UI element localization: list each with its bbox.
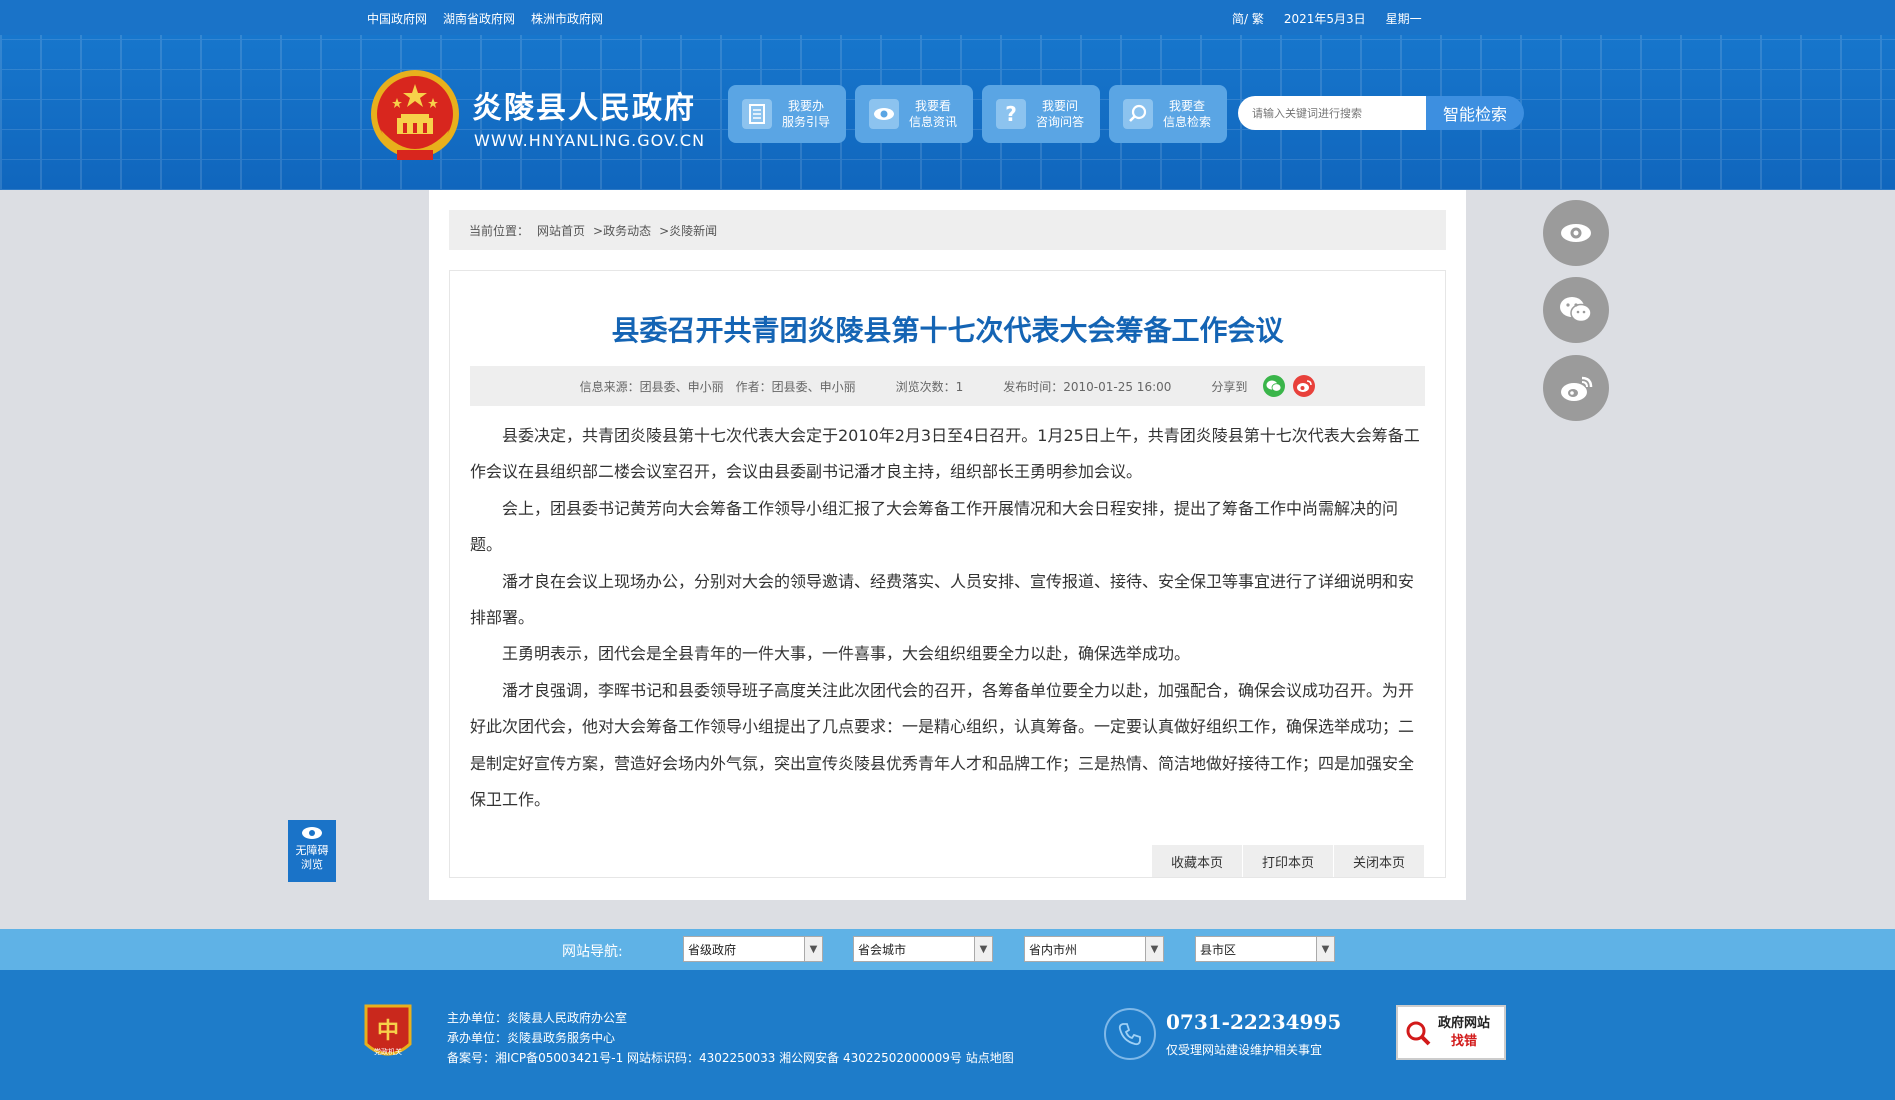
article-title: 县委召开共青团炎陵县第十七次代表大会筹备工作会议 (611, 314, 1284, 347)
print-page-button[interactable]: 打印本页 (1243, 845, 1333, 877)
article-paragraph: 县委决定，共青团炎陵县第十七次代表大会定于2010年2月3日至4日召开。1月25… (470, 426, 1420, 482)
chevron-down-icon: ▼ (804, 937, 822, 961)
top-links: 中国政府网 湖南省政府网 株洲市政府网 (367, 10, 603, 27)
weibo-icon (1561, 376, 1593, 401)
party-gov-badge-icon[interactable]: 中 党政机关 (362, 1002, 414, 1064)
select-value: 省内市州 (1029, 942, 1078, 957)
article: 县委召开共青团炎陵县第十七次代表大会筹备工作会议 信息来源：团县委、申小丽 作者… (449, 270, 1446, 878)
article-body: 县委决定，共青团炎陵县第十七次代表大会定于2010年2月3日至4日召开。1月25… (470, 418, 1425, 818)
nav-button-line1: 我要看 (915, 99, 952, 113)
share-group: 分享到 (1211, 375, 1316, 397)
language-toggle[interactable]: 简/ 繁 (1232, 10, 1264, 27)
article-author: 作者：团县委、申小丽 (735, 379, 856, 394)
chevron-down-icon: ▼ (1316, 937, 1334, 961)
bookmark-page-button[interactable]: 收藏本页 (1152, 845, 1242, 877)
nav-button-line1: 我要问 (1042, 99, 1079, 113)
breadcrumb-gov-news[interactable]: >政务动态 (593, 222, 651, 239)
report-line2: 找错 (1451, 1033, 1478, 1049)
svg-text:中: 中 (377, 1018, 399, 1044)
article-source: 信息来源：团县委、申小丽 (579, 379, 724, 394)
top-right-info: 简/ 繁 2021年5月3日 星期一 (1232, 10, 1422, 27)
question-icon: ? (996, 99, 1026, 129)
nav-button-line2: 信息资讯 (909, 115, 958, 129)
site-domain: WWW.HNYANLING.GOV.CN (474, 131, 706, 150)
footer-host: 主办单位：炎陵县人民政府办公室 (447, 1011, 628, 1025)
select-value: 县市区 (1200, 942, 1237, 957)
share-label: 分享到 (1211, 379, 1248, 394)
link-china-gov[interactable]: 中国政府网 (367, 10, 427, 27)
site-header: 炎陵县人民政府 WWW.HNYANLING.GOV.CN 我要办服务引导 我要看… (0, 35, 1895, 190)
phone-icon (1104, 1008, 1156, 1060)
accessibility-label-line2: 浏览 (301, 858, 323, 871)
breadcrumb-home[interactable]: 网站首页 (537, 222, 585, 239)
nav-button-info[interactable]: 我要看 信息资讯 (855, 85, 973, 143)
select-provincial-gov[interactable]: 省级政府 ▼ (683, 936, 823, 962)
breadcrumb: 当前位置： 网站首页 >政务动态 >炎陵新闻 (449, 210, 1446, 250)
select-value: 省会城市 (858, 942, 907, 957)
select-province-cities[interactable]: 省内市州 ▼ (1024, 936, 1164, 962)
float-view-button[interactable] (1543, 200, 1609, 266)
accessibility-button[interactable]: 无障碍 浏览 (288, 820, 336, 882)
article-paragraph: 潘才良在会议上现场办公，分别对大会的领导邀请、经费落实、人员安排、宣传报道、接待… (470, 571, 1415, 628)
main-content: 当前位置： 网站首页 >政务动态 >炎陵新闻 县委召开共青团炎陵县第十七次代表大… (429, 190, 1466, 900)
eye-icon (1561, 224, 1591, 242)
accessibility-label-line1: 无障碍 (295, 844, 329, 857)
breadcrumb-yanling-news[interactable]: >炎陵新闻 (659, 222, 717, 239)
nav-button-service[interactable]: 我要办 服务引导 (728, 85, 846, 143)
article-views: 浏览次数：1 (895, 379, 964, 394)
nav-button-line2: 咨询问答 (1036, 115, 1085, 129)
top-bar: 中国政府网 湖南省政府网 株洲市政府网 简/ 繁 2021年5月3日 星期一 (0, 0, 1895, 35)
select-counties[interactable]: 县市区 ▼ (1195, 936, 1335, 962)
document-icon (742, 99, 772, 129)
nav-button-line1: 我要办 (788, 99, 825, 113)
badge-text: 党政机关 (374, 1047, 402, 1056)
eye-icon (302, 827, 322, 839)
article-paragraph: 潘才良强调，李晖书记和县委领导班子高度关注此次团代会的召开，各筹备单位要全力以赴… (470, 680, 1415, 810)
search-input[interactable] (1238, 96, 1426, 130)
wechat-icon (1560, 297, 1592, 323)
national-emblem-icon[interactable] (367, 68, 463, 168)
float-weibo-button[interactable] (1543, 355, 1609, 421)
close-page-button[interactable]: 关闭本页 (1334, 845, 1424, 877)
footer-undertaker: 承办单位：炎陵县政务服务中心 (447, 1031, 616, 1045)
current-weekday: 星期一 (1385, 12, 1422, 26)
current-date: 2021年5月3日 (1283, 12, 1366, 26)
nav-button-line2: 服务引导 (782, 115, 831, 129)
article-paragraph: 王勇明表示，团代会是全县青年的一件大事，一件喜事，大会组织组要全力以赴，确保选举… (502, 644, 1191, 664)
site-name[interactable]: 炎陵县人民政府 (472, 83, 696, 127)
article-published: 发布时间：2010-01-25 16:00 (1003, 379, 1172, 394)
float-wechat-button[interactable] (1543, 277, 1609, 343)
nav-button-search[interactable]: 我要查 信息检索 (1109, 85, 1227, 143)
select-capital-cities[interactable]: 省会城市 ▼ (853, 936, 993, 962)
footer-info: 主办单位：炎陵县人民政府办公室 承办单位：炎陵县政务服务中心 备案号：湘ICP备… (447, 1008, 1014, 1068)
contact-phone: 0731-22234995 (1166, 1010, 1342, 1034)
report-line1: 政府网站 (1438, 1015, 1491, 1031)
nav-button-line2: 信息检索 (1163, 115, 1212, 129)
nav-button-line1: 我要查 (1169, 99, 1206, 113)
smart-search-button[interactable]: 智能检索 (1426, 96, 1524, 130)
select-value: 省级政府 (688, 942, 737, 957)
gov-site-error-report-button[interactable]: 政府网站 找错 (1396, 1005, 1506, 1060)
link-hunan-gov[interactable]: 湖南省政府网 (443, 10, 515, 27)
article-paragraph: 会上，团县委书记黄芳向大会筹备工作领导小组汇报了大会筹备工作开展情况和大会日程安… (470, 498, 1399, 555)
nav-button-ask[interactable]: ? 我要问咨询问答 (982, 85, 1100, 143)
article-actions: 收藏本页 打印本页 关闭本页 (1152, 845, 1424, 877)
site-navigation-bar: 网站导航: 省级政府 ▼ 省会城市 ▼ 省内市州 ▼ 县市区 ▼ (0, 929, 1895, 970)
site-nav-label: 网站导航: (562, 944, 623, 960)
wechat-share-icon[interactable] (1263, 375, 1286, 397)
chevron-down-icon: ▼ (974, 937, 992, 961)
weibo-share-icon[interactable] (1293, 375, 1316, 397)
article-info-bar: 信息来源：团县委、申小丽 作者：团县委、申小丽 浏览次数：1 发布时间：2010… (470, 366, 1425, 406)
magnifier-icon (1123, 99, 1153, 129)
chevron-down-icon: ▼ (1145, 937, 1163, 961)
eye-icon (869, 99, 899, 129)
magnifier-icon (1406, 1021, 1431, 1045)
link-zhuzhou-gov[interactable]: 株洲市政府网 (531, 10, 603, 27)
svg-text:?: ? (1005, 103, 1017, 125)
site-footer: 中 党政机关 主办单位：炎陵县人民政府办公室 承办单位：炎陵县政务服务中心 备案… (0, 970, 1895, 1100)
contact-phone-desc: 仅受理网站建设维护相关事宜 (1166, 1043, 1323, 1057)
breadcrumb-label: 当前位置： (469, 223, 530, 238)
footer-record: 备案号：湘ICP备05003421号-1 网站标识码：4302250033 湘公… (447, 1051, 1014, 1065)
